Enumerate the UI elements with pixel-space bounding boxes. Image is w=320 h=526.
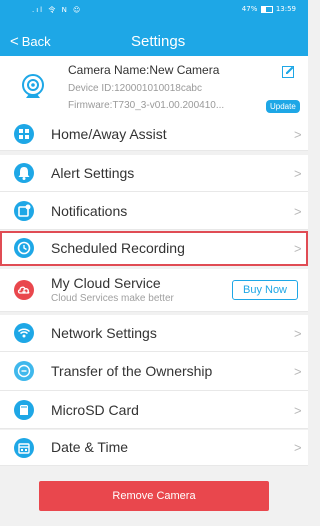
menu-notifications[interactable]: Notifications > <box>0 192 308 230</box>
notification-icon <box>14 201 34 221</box>
battery-level <box>261 6 267 12</box>
chevron-right-icon: > <box>294 166 302 181</box>
status-bar: .ıl 令 N ☺ 47% 13:59 <box>0 0 308 17</box>
menu-label: MicroSD Card <box>51 402 139 418</box>
menu-alert-settings[interactable]: Alert Settings > <box>0 155 308 192</box>
menu-sublabel: Cloud Services make better <box>51 293 174 304</box>
menu-label: Home/Away Assist <box>51 126 167 142</box>
buy-now-button[interactable]: Buy Now <box>232 280 298 300</box>
menu-label: Scheduled Recording <box>51 240 185 256</box>
firmware-version: Firmware:T730_3-v01.00.200410... <box>68 100 225 111</box>
wifi-icon <box>14 323 34 343</box>
back-label: Back <box>21 34 51 49</box>
chevron-right-icon: > <box>294 127 302 142</box>
menu-label: Network Settings <box>51 325 157 341</box>
clock-icon <box>14 238 34 258</box>
menu-home-away-assist[interactable]: Home/Away Assist > <box>0 118 308 151</box>
menu-label: Notifications <box>51 203 128 219</box>
menu-label: Alert Settings <box>51 165 135 181</box>
status-right: 47% 13:59 <box>242 5 296 13</box>
menu-network-settings[interactable]: Network Settings > <box>0 315 308 352</box>
chevron-right-icon: > <box>294 326 302 341</box>
menu-label: My Cloud Service <box>51 275 161 291</box>
update-button[interactable]: Update <box>266 100 300 113</box>
bell-icon <box>14 163 34 183</box>
chevron-right-icon: > <box>294 204 302 219</box>
home-away-icon <box>14 124 34 144</box>
app-header: .ıl 令 N ☺ 47% 13:59 < Back Settings <box>0 0 308 56</box>
menu-my-cloud-service[interactable]: My Cloud Service Cloud Services make bet… <box>0 269 308 312</box>
camera-icon <box>22 74 44 98</box>
transfer-icon <box>14 361 34 381</box>
remove-camera-button[interactable]: Remove Camera <box>39 481 269 511</box>
chevron-right-icon: > <box>294 403 302 418</box>
chevron-right-icon: > <box>294 440 302 455</box>
nav-bar: < Back Settings <box>0 30 308 56</box>
page-title: Settings <box>131 33 186 50</box>
menu-label: Date & Time <box>51 439 129 455</box>
menu-label: Transfer of the Ownership <box>51 363 213 379</box>
chevron-right-icon: > <box>294 364 302 379</box>
device-id: Device ID:120001010018cabc <box>68 83 202 94</box>
menu-scheduled-recording[interactable]: Scheduled Recording > <box>0 231 308 266</box>
menu-date-time[interactable]: Date & Time > <box>0 430 308 466</box>
back-button[interactable]: < Back <box>10 33 51 50</box>
battery-percent: 47% <box>241 5 258 13</box>
edit-icon[interactable] <box>282 65 295 78</box>
clock: 13:59 <box>275 5 296 13</box>
battery-icon <box>260 5 273 13</box>
calendar-icon <box>14 438 34 458</box>
chevron-right-icon: > <box>294 241 302 256</box>
camera-name: Camera Name:New Camera <box>68 63 220 77</box>
camera-info-card: Camera Name:New Camera Device ID:1200010… <box>0 56 308 118</box>
sd-card-icon <box>14 400 34 420</box>
menu-transfer-ownership[interactable]: Transfer of the Ownership > <box>0 352 308 391</box>
back-chevron-icon: < <box>10 33 19 50</box>
menu-microsd-card[interactable]: MicroSD Card > <box>0 391 308 429</box>
signal-wifi-icons: .ıl 令 N ☺ <box>32 6 83 14</box>
cloud-icon <box>14 280 34 300</box>
